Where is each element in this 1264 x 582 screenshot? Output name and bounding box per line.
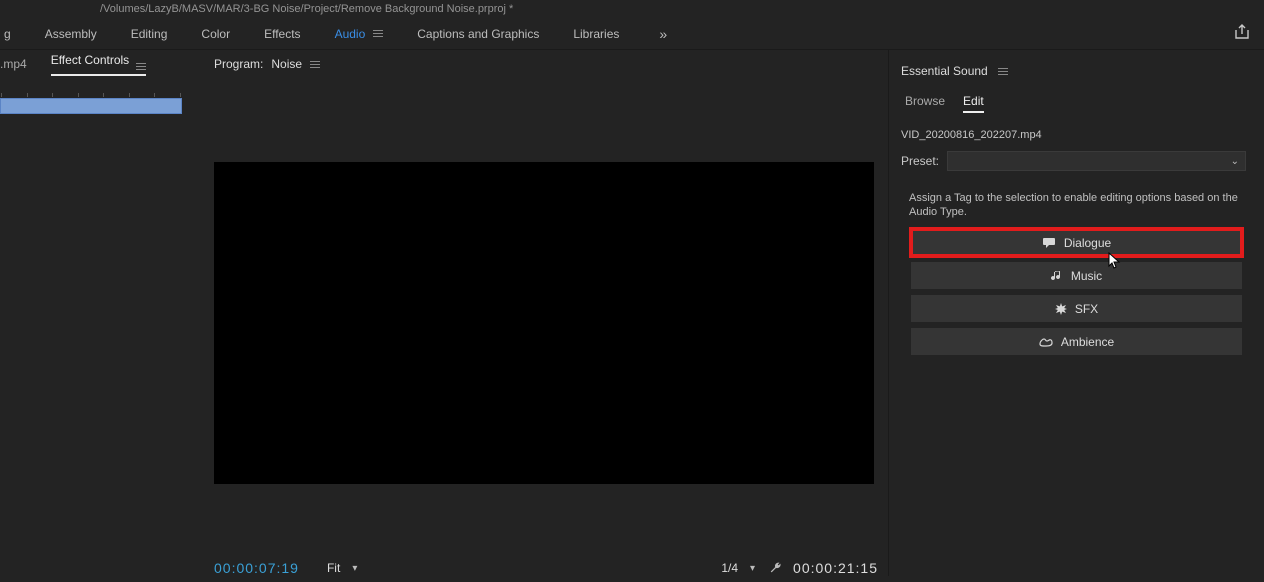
playhead-timecode[interactable]: 00:00:07:19 [214, 560, 299, 576]
essential-sound-title: Essential Sound [901, 64, 988, 78]
tab-effect-controls[interactable]: Effect Controls [51, 53, 146, 76]
selected-clip-name: VID_20200816_202207.mp4 [889, 121, 1264, 147]
workspace-color[interactable]: Color [201, 27, 230, 41]
ambience-icon [1039, 336, 1053, 348]
tag-dialogue-button[interactable]: Dialogue [911, 229, 1242, 256]
left-panel-tabs: .mp4 Effect Controls [0, 50, 200, 78]
tag-label: Music [1071, 269, 1102, 283]
workspace-captions-graphics[interactable]: Captions and Graphics [417, 27, 539, 41]
assign-tag-instruction: Assign a Tag to the selection to enable … [889, 177, 1264, 229]
program-transport-bar: 00:00:07:19 Fit ▾ 1/4 ▾ 00:00:21:15 [214, 554, 878, 582]
workspace-audio-label: Audio [335, 27, 366, 41]
zoom-fit-select[interactable]: Fit ▾ [327, 561, 357, 575]
tab-browse[interactable]: Browse [905, 94, 945, 113]
panel-menu-icon[interactable] [998, 68, 1008, 75]
workspace-truncated[interactable]: g [4, 27, 11, 41]
tag-label: Dialogue [1064, 236, 1111, 250]
title-bar: /Volumes/LazyB/MASV/MAR/3-BG Noise/Proje… [0, 0, 1264, 18]
workspace-assembly[interactable]: Assembly [45, 27, 97, 41]
workspace-audio[interactable]: Audio [335, 27, 384, 41]
panel-menu-icon[interactable] [136, 63, 146, 70]
export-icon[interactable] [1234, 24, 1250, 40]
essential-sound-panel: Essential Sound Browse Edit VID_20200816… [888, 50, 1264, 576]
left-panel: .mp4 Effect Controls [0, 50, 200, 576]
duration-timecode: 00:00:21:15 [793, 560, 878, 576]
timeline-clip-strip[interactable] [0, 98, 182, 114]
preset-dropdown[interactable]: ⌄ [947, 151, 1246, 171]
tag-label: Ambience [1061, 335, 1114, 349]
tag-sfx-button[interactable]: SFX [911, 295, 1242, 322]
chevron-down-icon: ▾ [352, 563, 357, 574]
program-label: Program: [214, 57, 263, 71]
workspace-editing[interactable]: Editing [131, 27, 168, 41]
resolution-label: 1/4 [721, 561, 738, 575]
music-icon [1051, 270, 1063, 282]
tab-edit[interactable]: Edit [963, 94, 984, 113]
workspace-effects[interactable]: Effects [264, 27, 300, 41]
program-monitor-header: Program: Noise [200, 50, 888, 78]
chevron-down-icon: ⌄ [1231, 156, 1239, 167]
main-area: .mp4 Effect Controls Program: Noise 00:0… [0, 50, 1264, 576]
workspace-menu-icon[interactable] [373, 30, 383, 37]
wrench-icon[interactable] [769, 561, 783, 575]
essential-sound-tabs: Browse Edit [889, 78, 1264, 121]
project-path: /Volumes/LazyB/MASV/MAR/3-BG Noise/Proje… [100, 3, 513, 15]
more-workspaces-icon[interactable]: » [659, 26, 667, 42]
workspace-libraries[interactable]: Libraries [573, 27, 619, 41]
tag-ambience-button[interactable]: Ambience [911, 328, 1242, 355]
program-monitor-panel: Program: Noise 00:00:07:19 Fit ▾ 1/4 ▾ 0… [200, 50, 888, 576]
workspace-tabs: g Assembly Editing Color Effects Audio C… [0, 18, 1264, 50]
tab-effect-controls-label: Effect Controls [51, 53, 129, 67]
program-panel-menu-icon[interactable] [310, 61, 320, 68]
dialogue-icon [1042, 237, 1056, 249]
sfx-icon [1055, 303, 1067, 315]
program-viewport[interactable] [214, 162, 874, 484]
preset-label: Preset: [901, 154, 939, 168]
preset-row: Preset: ⌄ [889, 147, 1264, 177]
tag-music-button[interactable]: Music [911, 262, 1242, 289]
tag-label: SFX [1075, 302, 1098, 316]
resolution-select[interactable]: 1/4 ▾ [721, 561, 755, 575]
zoom-fit-label: Fit [327, 561, 340, 575]
essential-sound-header: Essential Sound [889, 64, 1264, 78]
program-sequence-name: Noise [271, 57, 302, 71]
timeline-ticks [1, 93, 181, 99]
tab-source-mp4[interactable]: .mp4 [0, 57, 27, 71]
chevron-down-icon: ▾ [750, 563, 755, 574]
